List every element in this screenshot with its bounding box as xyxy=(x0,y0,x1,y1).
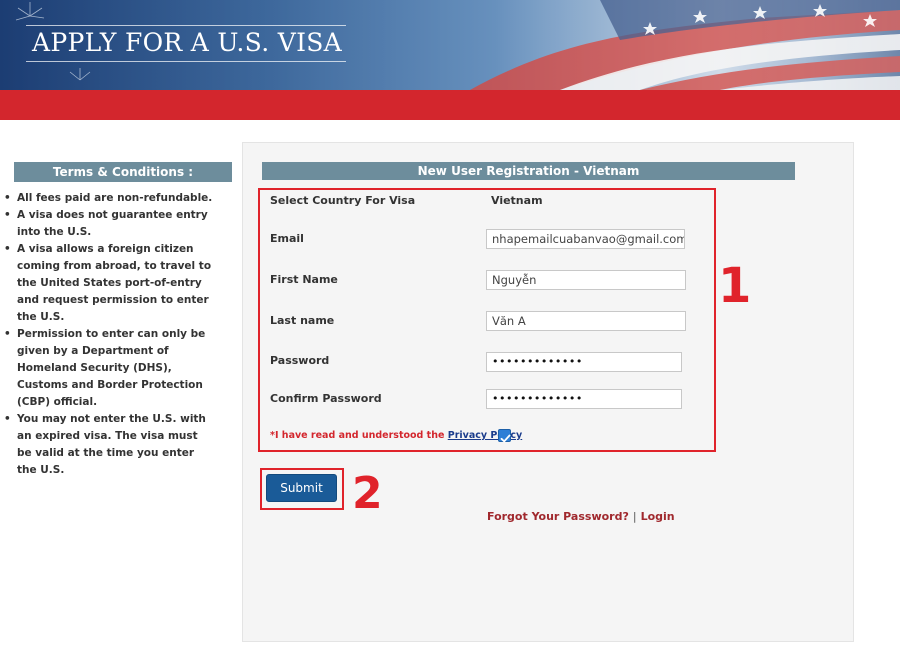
header-red-band xyxy=(0,90,900,120)
site-header: APPLY FOR A U.S. VISA xyxy=(0,0,900,90)
terms-item: A visa allows a foreign citizen coming f… xyxy=(4,241,214,326)
checkmark-icon xyxy=(500,434,511,443)
link-separator: | xyxy=(632,510,637,523)
terms-item: All fees paid are non-refundable. xyxy=(4,190,214,207)
terms-heading: Terms & Conditions : xyxy=(14,162,232,182)
privacy-agreement: *I have read and understood the Privacy … xyxy=(270,430,522,441)
step-annotation-2: 2 xyxy=(352,468,383,519)
forgot-password-link[interactable]: Forgot Your Password? xyxy=(487,510,629,523)
title-bottom-rule xyxy=(26,61,346,62)
first-name-label: First Name xyxy=(270,273,338,286)
password-label: Password xyxy=(270,354,330,367)
terms-item: Permission to enter can only be given by… xyxy=(4,326,214,411)
privacy-prefix-text: *I have read and understood the xyxy=(270,430,448,441)
terms-item: You may not enter the U.S. with an expir… xyxy=(4,411,214,479)
email-label: Email xyxy=(270,232,304,245)
submit-button[interactable]: Submit xyxy=(266,474,337,502)
last-name-label: Last name xyxy=(270,314,335,327)
title-top-rule xyxy=(26,25,346,26)
password-field[interactable]: ••••••••••••• xyxy=(486,352,682,372)
privacy-checkbox[interactable] xyxy=(498,429,511,443)
terms-item: A visa does not guarantee entry into the… xyxy=(4,207,214,241)
email-field[interactable]: nhapemailcuabanvao@gmail.com xyxy=(486,229,685,249)
confirm-password-label: Confirm Password xyxy=(270,392,382,405)
terms-list: All fees paid are non-refundable. A visa… xyxy=(4,190,214,479)
login-link[interactable]: Login xyxy=(641,510,675,523)
page-title: APPLY FOR A U.S. VISA xyxy=(32,28,343,57)
step-annotation-1: 1 xyxy=(718,258,752,314)
registration-heading: New User Registration - Vietnam xyxy=(262,162,795,180)
last-name-field[interactable]: Văn A xyxy=(486,311,686,331)
country-value: Vietnam xyxy=(491,194,543,207)
account-links: Forgot Your Password? | Login xyxy=(487,510,675,523)
first-name-field[interactable]: Nguyễn xyxy=(486,270,686,290)
country-label: Select Country For Visa xyxy=(270,194,416,207)
confirm-password-field[interactable]: ••••••••••••• xyxy=(486,389,682,409)
